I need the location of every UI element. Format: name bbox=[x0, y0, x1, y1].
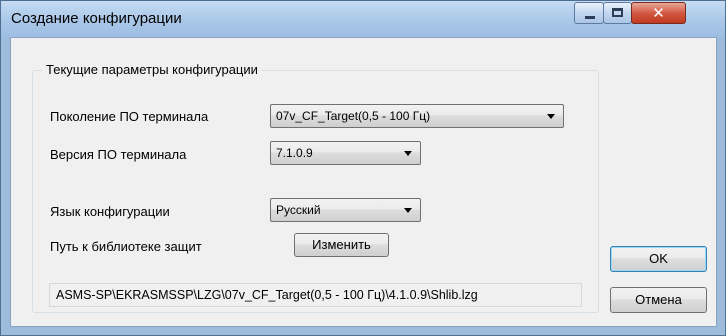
library-path-field[interactable]: ASMS-SP\EKRASMSSP\LZG\07v_CF_Target(0,5 … bbox=[49, 283, 582, 307]
dialog-window: Создание конфигурации ✕ Текущие параметр… bbox=[0, 0, 726, 336]
close-icon: ✕ bbox=[652, 4, 665, 22]
generation-combobox[interactable]: 07v_CF_Target(0,5 - 100 Гц) bbox=[270, 104, 564, 128]
chevron-down-icon bbox=[404, 151, 412, 156]
cancel-button[interactable]: Отмена bbox=[610, 287, 707, 313]
version-label: Версия ПО терминала bbox=[50, 147, 187, 162]
group-legend: Текущие параметры конфигурации bbox=[42, 62, 262, 77]
window-title: Создание конфигурации bbox=[11, 10, 182, 27]
close-button[interactable]: ✕ bbox=[631, 2, 686, 24]
version-value: 7.1.0.9 bbox=[276, 146, 313, 160]
library-path-value: ASMS-SP\EKRASMSSP\LZG\07v_CF_Target(0,5 … bbox=[56, 288, 478, 302]
generation-value: 07v_CF_Target(0,5 - 100 Гц) bbox=[276, 109, 431, 123]
chevron-down-icon bbox=[547, 114, 555, 119]
language-value: Русский bbox=[276, 203, 321, 217]
minimize-icon bbox=[585, 16, 595, 19]
maximize-button[interactable] bbox=[603, 2, 632, 24]
dialog-client-area: Текущие параметры конфигурации Поколение… bbox=[10, 37, 717, 327]
change-button[interactable]: Изменить bbox=[294, 233, 389, 257]
version-combobox[interactable]: 7.1.0.9 bbox=[270, 141, 421, 165]
generation-label: Поколение ПО терминала bbox=[50, 109, 209, 124]
minimize-button[interactable] bbox=[574, 2, 604, 24]
ok-button[interactable]: OK bbox=[610, 246, 707, 272]
maximize-icon bbox=[612, 8, 623, 17]
library-path-label: Путь к библиотеке защит bbox=[50, 239, 202, 254]
chevron-down-icon bbox=[404, 208, 412, 213]
language-label: Язык конфигурации bbox=[50, 204, 170, 219]
language-combobox[interactable]: Русский bbox=[270, 198, 421, 222]
title-bar[interactable]: Создание конфигурации ✕ bbox=[1, 1, 725, 37]
config-params-group: Текущие параметры конфигурации Поколение… bbox=[32, 62, 599, 313]
